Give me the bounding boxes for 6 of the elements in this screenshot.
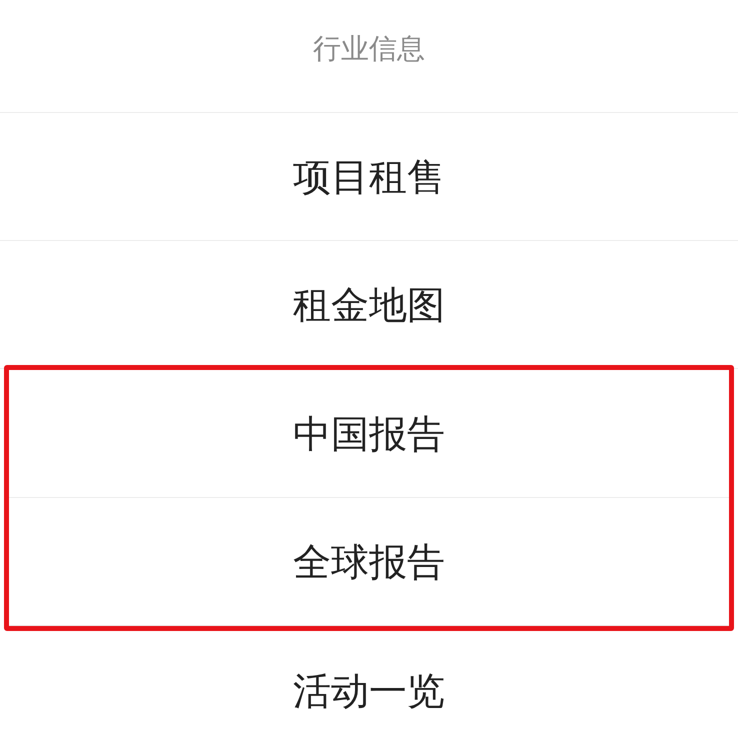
menu-item[interactable]: 租金地图 xyxy=(277,274,461,336)
menu-item[interactable]: 中国报告 xyxy=(277,402,461,464)
menu-item[interactable]: 全球报告 xyxy=(277,530,461,592)
menu-item[interactable]: 项目租售 xyxy=(277,146,461,208)
menu-item[interactable]: 活动一览 xyxy=(277,660,461,722)
header-title: 行业信息 xyxy=(313,31,425,67)
